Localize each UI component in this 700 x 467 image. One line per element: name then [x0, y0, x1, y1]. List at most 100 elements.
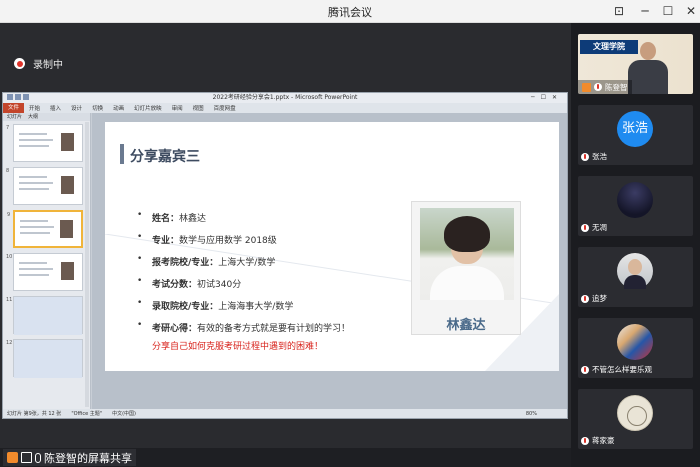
thumb-line — [19, 268, 53, 270]
thumb-photo — [60, 220, 73, 238]
ppt-logo-icon — [7, 94, 13, 100]
thumbnail-tabs: 幻灯片 大纲 — [3, 113, 90, 121]
host-icon — [582, 82, 591, 92]
thumb-number: 9 — [7, 212, 11, 218]
bullet-label: 考研心得： — [152, 324, 198, 334]
bullet-label: 报考院校/专业： — [152, 258, 219, 268]
participant-name: 追梦 — [592, 294, 607, 303]
ppt-window-controls: ─☐✕ — [530, 94, 563, 101]
participant-tile-host[interactable]: 文理学院 陈登智 — [578, 34, 693, 94]
minimize-button[interactable]: ─ — [636, 2, 654, 20]
participant-name: 张浩 — [592, 152, 607, 161]
participant-tile[interactable]: 张浩 张浩 — [578, 105, 693, 165]
participant-tile[interactable]: 蒋家豪 — [578, 389, 693, 449]
host-person — [628, 42, 668, 94]
pin-icon[interactable]: ⊡ — [610, 2, 628, 20]
maximize-button[interactable]: ☐ — [659, 2, 677, 20]
slide-thumb: 12 — [6, 339, 83, 378]
ribbon-tab-design: 设计 — [71, 106, 83, 112]
slide-title: 分享嘉宾三 — [130, 149, 200, 165]
title-bar: 腾讯会议 ⊡ ─ ☐ ✕ — [0, 0, 700, 23]
status-language: 中文(中国) — [112, 411, 137, 417]
participant-label: 不管怎么样要乐观 — [581, 364, 652, 375]
mic-muted-icon — [581, 294, 589, 303]
mic-muted-icon — [581, 152, 589, 161]
thumb-line — [19, 188, 49, 190]
bullet-value: 有效的备考方式就是要有计划的学习！ — [197, 324, 351, 334]
bullet-label: 录取院校/专业： — [152, 302, 219, 312]
thumb-line — [19, 262, 47, 264]
user-icon — [7, 452, 18, 463]
participant-tile[interactable]: 追梦 — [578, 247, 693, 307]
ribbon-tab-insert: 插入 — [50, 106, 62, 112]
participant-label: 陈登智 — [578, 80, 632, 94]
thumb-number: 11 — [6, 297, 13, 303]
ppt-window-title: 2022考研经验分享会1.pptx - Microsoft PowerPoint — [212, 94, 358, 101]
mic-muted-icon — [581, 365, 589, 374]
thumb-photo — [61, 176, 74, 194]
participant-label: 无凋 — [581, 222, 607, 233]
thumb-line — [19, 133, 47, 135]
ribbon-tab-file: 文件 — [3, 103, 25, 113]
thumb-background — [14, 340, 82, 378]
participant-name: 陈登智 — [605, 82, 628, 92]
ppt-title-bar: 2022考研经验分享会1.pptx - Microsoft PowerPoint… — [3, 93, 567, 103]
thumb-number: 10 — [6, 254, 13, 260]
thumb-photo — [61, 133, 74, 151]
status-theme: "Office 主题" — [71, 411, 103, 417]
bullet-value: 上海大学/数学 — [218, 258, 276, 268]
bullet-experience: 考研心得：有效的备考方式就是要有计划的学习！ 分享自己如何克服考研过程中遇到的困难… — [137, 320, 351, 352]
participant-label: 蒋家豪 — [581, 435, 615, 446]
screen-share-label[interactable]: 陈登智的屏幕共享 — [3, 449, 136, 466]
participants-panel: 文理学院 陈登智 张浩 张浩 无凋 追梦 不管怎么样要乐观 蒋家豪 — [571, 23, 700, 467]
participant-tile[interactable]: 无凋 — [578, 176, 693, 236]
participant-tile[interactable]: 不管怎么样要乐观 — [578, 318, 693, 378]
bullet-label: 姓名： — [152, 214, 180, 224]
thumb-line — [20, 220, 48, 222]
thumb-tab-slides: 幻灯片 — [7, 114, 23, 120]
mic-icon — [35, 452, 41, 463]
participant-name: 无凋 — [592, 223, 607, 232]
thumb-line — [19, 139, 53, 141]
bullet-list: 姓名：林鑫达 专业：数学与应用数学 2018级 报考院校/专业：上海大学/数学 … — [137, 210, 351, 352]
recording-indicator[interactable]: 录制中 — [14, 56, 63, 71]
mic-muted-icon — [581, 223, 589, 232]
slide-thumb: 8 — [6, 167, 83, 205]
mic-muted-icon — [594, 83, 602, 91]
guest-photo — [420, 208, 514, 300]
ppt-body: 幻灯片 大纲 7 8 9 10 11 12 分享嘉宾三 • 姓名：林鑫达 • 专… — [3, 113, 567, 409]
mic-muted-icon — [581, 436, 589, 445]
avatar — [617, 253, 653, 289]
bullet-value: 初试340分 — [197, 280, 242, 290]
avatar — [617, 395, 653, 431]
participant-name: 蒋家豪 — [592, 436, 615, 445]
ribbon-tab-home: 开始 — [29, 106, 41, 112]
slide-editor: 分享嘉宾三 姓名：林鑫达 专业：数学与应用数学 2018级 报考院校/专业：上海… — [92, 113, 567, 409]
ribbon-tab-transitions: 切换 — [92, 106, 104, 112]
status-slide-count: 幻灯片 第9张，共 12 张 — [7, 411, 62, 417]
recording-label: 录制中 — [33, 60, 63, 71]
bullet-name: 姓名：林鑫达 — [137, 210, 350, 233]
thumb-tab-outline: 大纲 — [28, 114, 39, 120]
photo-shirt — [430, 266, 504, 300]
bullet-applied: 报考院校/专业：上海大学/数学 — [137, 254, 350, 277]
avatar: 张浩 — [617, 111, 653, 147]
slide-thumb: 11 — [6, 296, 83, 335]
avatar — [617, 182, 653, 218]
participant-name: 不管怎么样要乐观 — [592, 365, 652, 374]
slide-thumb: 7 — [6, 124, 83, 162]
thumbnail-scrollbar — [85, 122, 89, 407]
close-button[interactable]: ✕ — [682, 2, 700, 20]
ribbon-tab-view: 视图 — [192, 106, 204, 112]
share-bar: 陈登智的屏幕共享 — [0, 448, 571, 467]
ribbon-tab-review: 审阅 — [171, 106, 183, 112]
bullet-label: 考试分数： — [152, 280, 198, 290]
screen-icon — [21, 452, 32, 463]
slide-thumbnails-panel: 幻灯片 大纲 7 8 9 10 11 12 — [3, 113, 91, 409]
thumb-photo — [61, 262, 74, 280]
thumb-line — [19, 145, 49, 147]
ribbon-tab-baidu: 百度网盘 — [213, 106, 236, 112]
bullet-major: 专业：数学与应用数学 2018级 — [137, 232, 350, 255]
guest-photo-name: 林鑫达 — [446, 318, 486, 333]
ppt-status-bar: 幻灯片 第9张，共 12 张 "Office 主题" 中文(中国) 80% — [3, 409, 567, 418]
